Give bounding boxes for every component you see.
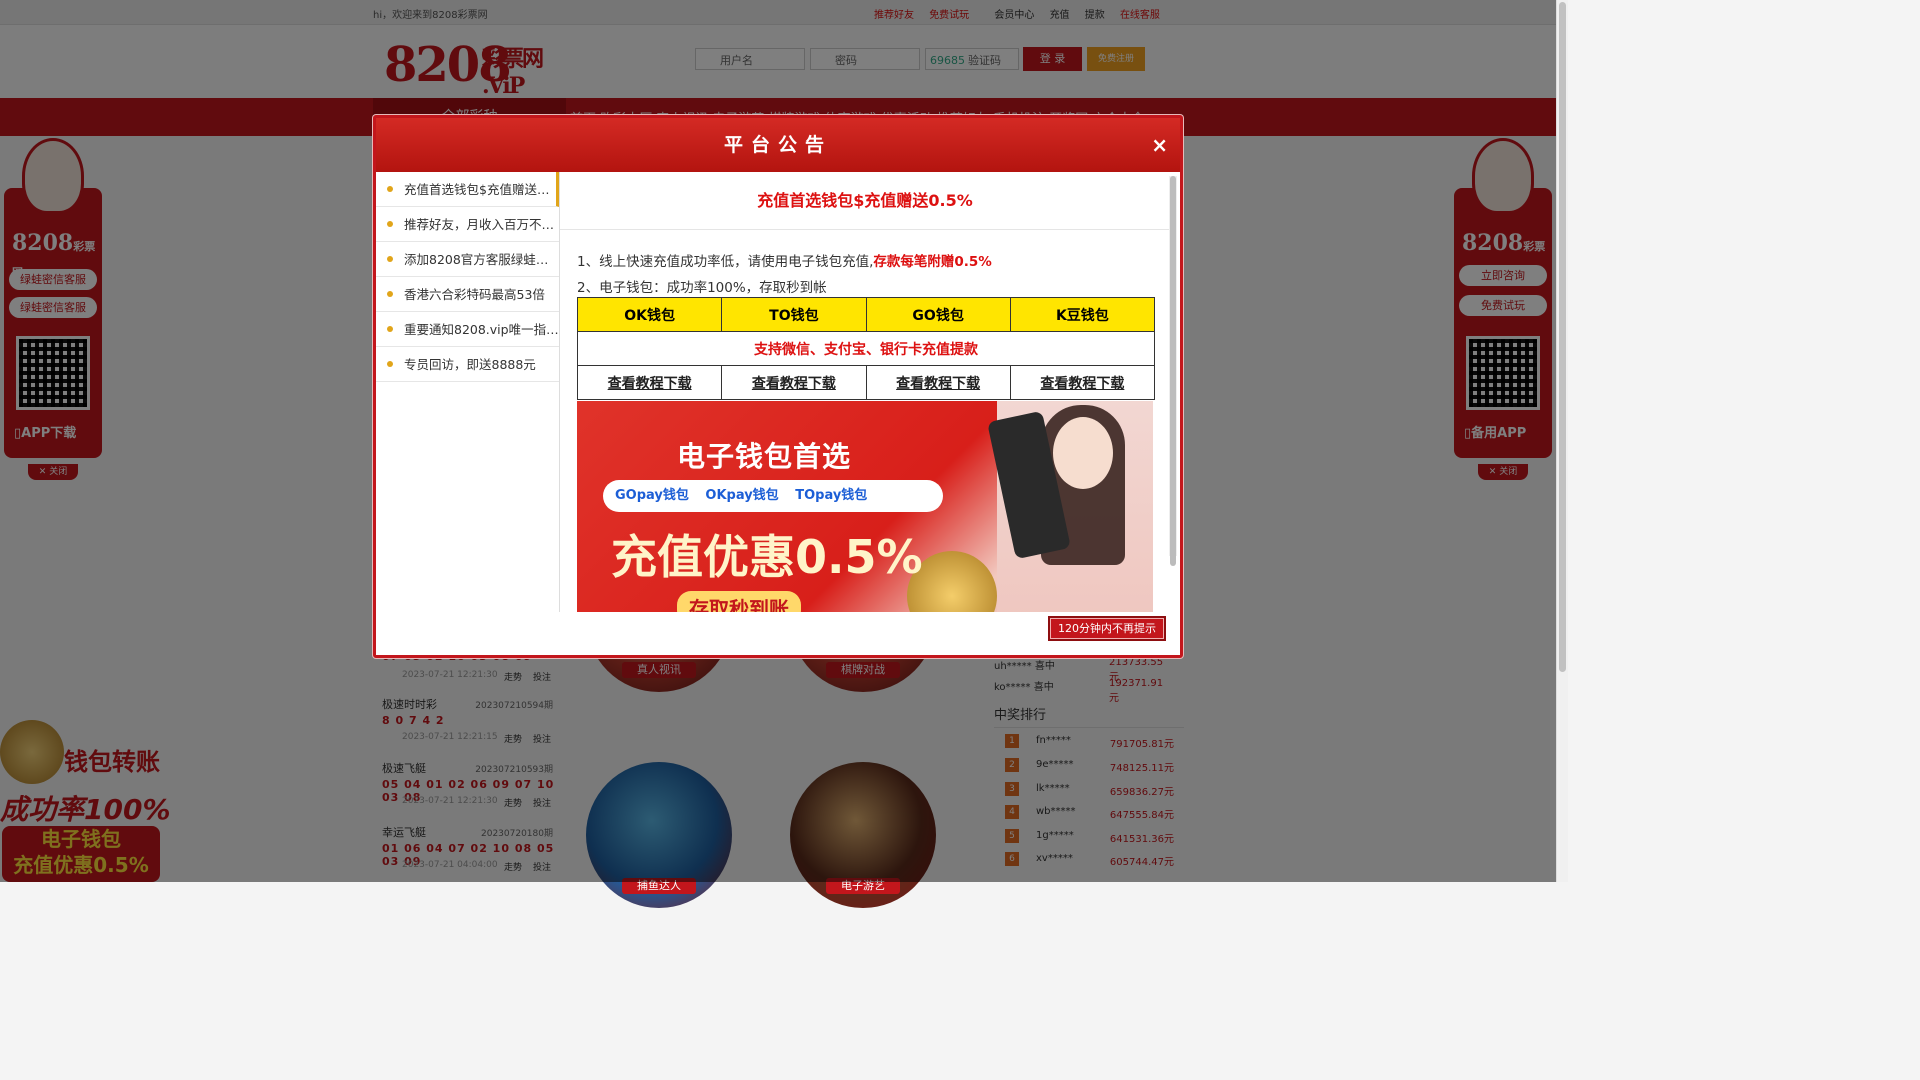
topay-logo: TOpay钱包 <box>795 488 868 503</box>
page-scrollbar[interactable] <box>1556 0 1568 882</box>
bullet-icon <box>387 221 393 227</box>
wallet-table: OK钱包 TO钱包 GO钱包 K豆钱包 支持微信、支付宝、银行卡充值提款 查看教… <box>576 297 1156 400</box>
wallet-logos: GOpay钱包 OKpay钱包 TOpay钱包 <box>603 480 943 512</box>
okpay-logo: OKpay钱包 <box>705 488 779 503</box>
banner-promo: 充值优惠0.5% <box>611 530 923 584</box>
modal-scrollbar[interactable] <box>1169 176 1177 566</box>
wallet-kdou: K豆钱包 <box>1009 297 1156 332</box>
announcement-item[interactable]: 专员回访，即送8888元 <box>376 347 559 382</box>
wallet-to: TO钱包 <box>721 297 867 332</box>
bullet-icon <box>387 361 393 367</box>
support-methods: 支持微信、支付宝、银行卡充值提款 <box>577 331 1155 366</box>
bullet-icon <box>387 186 393 192</box>
gopay-logo: GOpay钱包 <box>615 488 689 503</box>
bullet-icon <box>387 291 393 297</box>
announcement-item[interactable]: 添加8208官方客服绿蛙密信 <box>376 242 559 277</box>
scrollbar-thumb[interactable] <box>1559 2 1566 672</box>
announcement-content: 充值首选钱包$充值赠送0.5% 1、线上快速充值成功率低，请使用电子钱包充值,存… <box>560 172 1170 612</box>
announcement-item[interactable]: 推荐好友，月收入百万不是梦 <box>376 207 559 242</box>
content-heading: 充值首选钱包$充值赠送0.5% <box>560 172 1170 230</box>
announcement-item[interactable]: 香港六合彩特码最高53倍 <box>376 277 559 312</box>
announcement-list: 充值首选钱包$充值赠送0.5% 推荐好友，月收入百万不是梦 添加8208官方客服… <box>376 172 560 612</box>
promo-banner[interactable]: 电子钱包首选 GOpay钱包 OKpay钱包 TOpay钱包 充值优惠0.5% … <box>577 401 1153 612</box>
content-line-1: 1、线上快速充值成功率低，请使用电子钱包充值,存款每笔附赠0.5% <box>577 254 992 270</box>
tutorial-link-to[interactable]: 查看教程下载 <box>721 365 867 400</box>
announcement-item[interactable]: 重要通知8208.vip唯一指定网址 <box>376 312 559 347</box>
wallet-go: GO钱包 <box>865 297 1011 332</box>
bullet-icon <box>387 256 393 262</box>
tutorial-link-go[interactable]: 查看教程下载 <box>865 365 1011 400</box>
announcement-item[interactable]: 充值首选钱包$充值赠送0.5% <box>376 172 559 207</box>
dismiss-120min-button[interactable]: 120分钟内不再提示 <box>1048 616 1166 641</box>
banner-sub: 存取秒到账 <box>677 591 801 612</box>
tutorial-link-kdou[interactable]: 查看教程下载 <box>1009 365 1156 400</box>
wallet-ok: OK钱包 <box>576 297 723 332</box>
tutorial-link-ok[interactable]: 查看教程下载 <box>576 365 723 400</box>
close-icon[interactable]: × <box>1151 134 1168 156</box>
content-line-2: 2、电子钱包：成功率100%，存取秒到帐 <box>577 280 827 296</box>
banner-title: 电子钱包首选 <box>677 440 852 473</box>
modal-title: 平台公告 <box>376 118 1180 172</box>
announcement-modal: 平台公告 × 充值首选钱包$充值赠送0.5% 推荐好友，月收入百万不是梦 添加8… <box>373 115 1183 658</box>
bullet-icon <box>387 326 393 332</box>
